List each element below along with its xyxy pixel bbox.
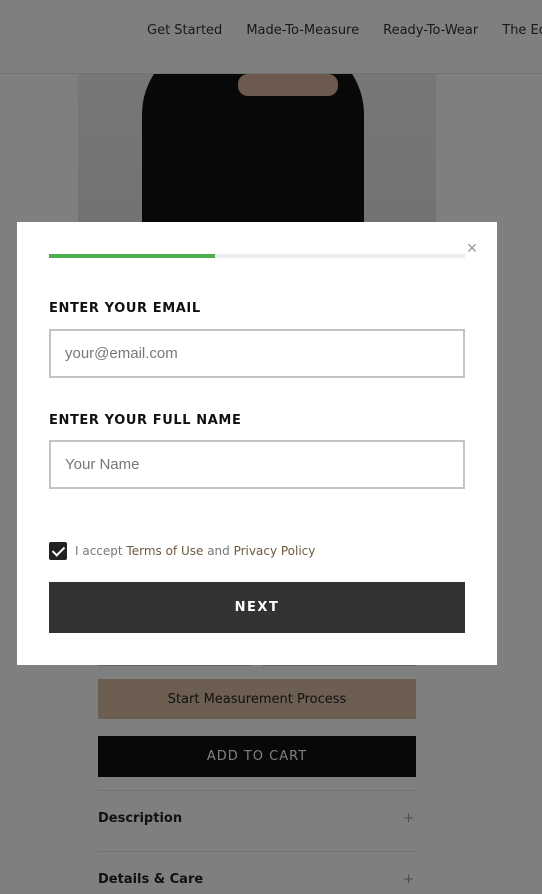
next-button[interactable]: NEXT [49, 582, 465, 633]
close-icon[interactable]: × [464, 239, 480, 257]
privacy-policy-link[interactable]: Privacy Policy [234, 544, 316, 558]
email-field[interactable] [49, 329, 465, 378]
signup-modal: × ENTER YOUR EMAIL ENTER YOUR FULL NAME … [17, 222, 497, 665]
full-name-field[interactable] [49, 440, 465, 489]
consent-row: I accept Terms of Use and Privacy Policy [49, 541, 315, 561]
terms-of-use-link[interactable]: Terms of Use [126, 544, 203, 558]
consent-checkbox[interactable] [49, 542, 67, 560]
full-name-label: ENTER YOUR FULL NAME [49, 413, 242, 428]
consent-prefix: I accept [75, 544, 127, 558]
email-label: ENTER YOUR EMAIL [49, 301, 201, 316]
progress-bar-fill [49, 254, 216, 258]
progress-bar [49, 254, 465, 258]
consent-and: and [203, 544, 234, 558]
